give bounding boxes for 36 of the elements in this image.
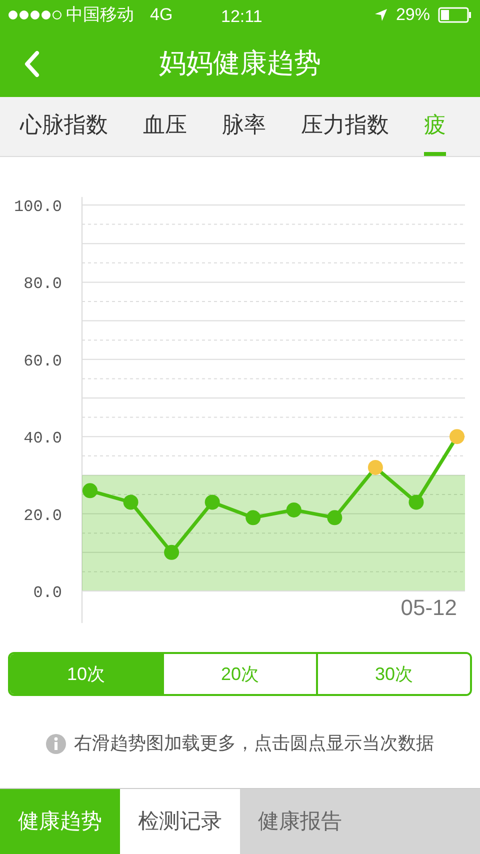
category-tab[interactable]: 血压 xyxy=(143,97,187,156)
hint-text: 右滑趋势图加载更多，点击圆点显示当次数据 xyxy=(74,732,434,755)
category-tab[interactable]: 疲 xyxy=(424,97,446,156)
data-point[interactable] xyxy=(204,494,220,510)
category-tab[interactable]: 心脉指数 xyxy=(20,97,108,156)
data-point[interactable] xyxy=(368,460,383,475)
data-point[interactable] xyxy=(286,502,302,518)
data-point[interactable] xyxy=(450,429,464,444)
bottom-tab[interactable]: 检测记录 xyxy=(120,789,240,854)
bottom-tab[interactable]: 健康趋势 xyxy=(0,789,120,854)
data-point[interactable] xyxy=(327,510,342,526)
battery-icon xyxy=(438,7,472,23)
y-tick-label: 0.0 xyxy=(33,584,62,602)
battery-percent: 29% xyxy=(396,4,430,26)
location-arrow-icon xyxy=(374,8,388,22)
data-point[interactable] xyxy=(408,494,424,510)
range-segment[interactable]: 30次 xyxy=(316,654,470,694)
y-tick-label: 20.0 xyxy=(24,506,62,525)
y-tick-label: 40.0 xyxy=(24,430,62,448)
y-tick-label: 80.0 xyxy=(24,275,62,294)
network-type: 4G xyxy=(150,4,173,26)
clock-time: 12:11 xyxy=(221,6,262,28)
carrier-name: 中国移动 xyxy=(66,4,134,26)
range-segment[interactable]: 10次 xyxy=(10,654,162,694)
data-point[interactable] xyxy=(123,494,138,510)
data-point[interactable] xyxy=(246,510,261,526)
data-point[interactable] xyxy=(164,544,180,560)
category-tab[interactable]: 脉率 xyxy=(222,97,266,156)
date-label: 05-12 xyxy=(400,595,457,620)
signal-icon xyxy=(8,10,64,20)
y-tick-label: 100.0 xyxy=(14,198,62,216)
data-point[interactable] xyxy=(82,483,98,498)
y-tick-label: 60.0 xyxy=(24,352,62,370)
category-tab[interactable]: 压力指数 xyxy=(301,97,389,156)
info-icon xyxy=(46,734,66,754)
page-title: 妈妈健康趋势 xyxy=(159,47,321,80)
